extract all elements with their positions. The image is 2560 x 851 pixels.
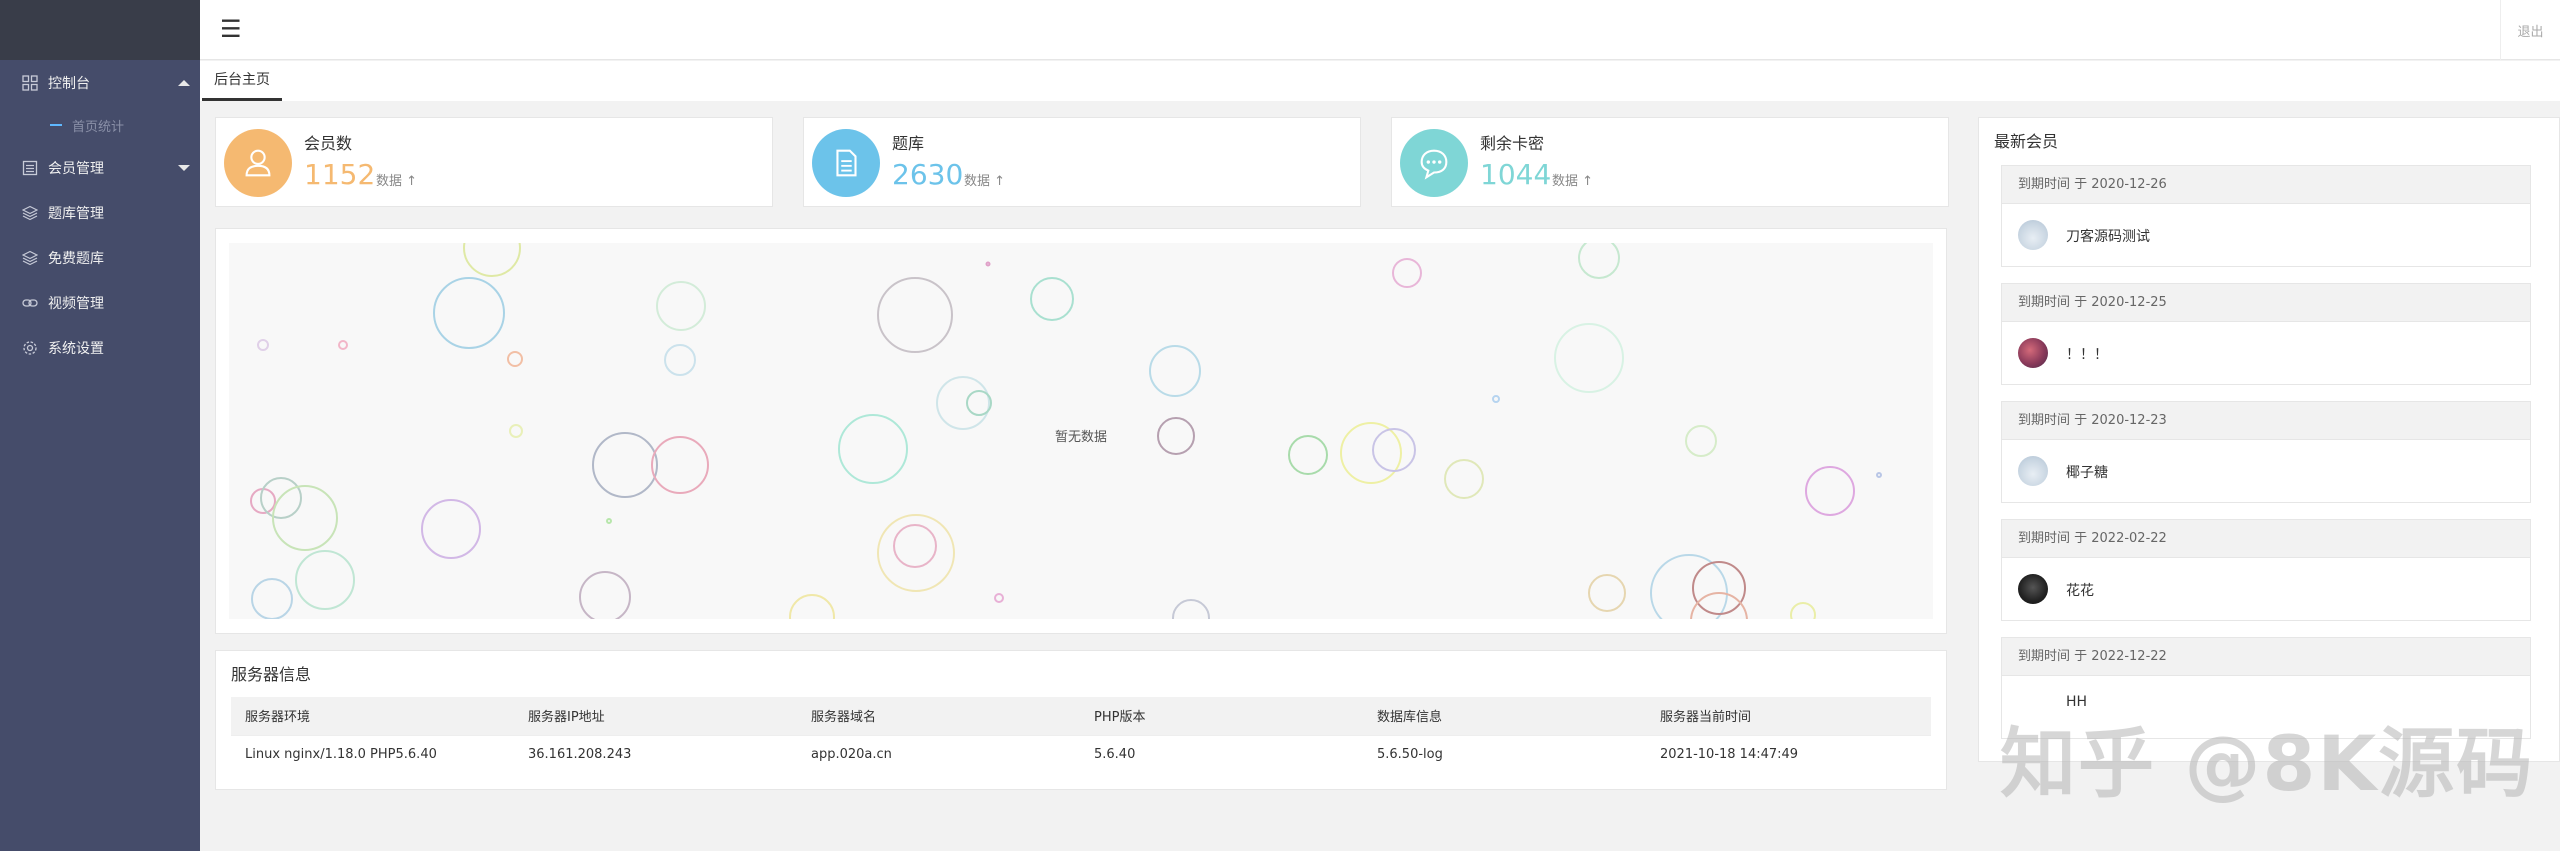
sidebar-item-videos[interactable]: 视频管理	[0, 280, 200, 325]
sidebar-item-dashboard[interactable]: 控制台	[0, 60, 200, 105]
sidebar-subitem-home-stats[interactable]: 首页统计	[0, 105, 200, 145]
member-expire: 到期时间 于 2020-12-23	[2002, 402, 2530, 440]
member-item[interactable]: 到期时间 于 2020-12-23 椰子糖	[2001, 401, 2531, 503]
table-cell: app.020a.cn	[797, 734, 1080, 773]
member-expire: 到期时间 于 2020-12-25	[2002, 284, 2530, 322]
table-cell: Linux nginx/1.18.0 PHP5.6.40	[231, 734, 514, 773]
sidebar-item-settings[interactable]: 系统设置	[0, 325, 200, 370]
stat-title: 题库	[892, 134, 925, 153]
member-expire: 到期时间 于 2022-02-22	[2002, 520, 2530, 558]
latest-members-card: 最新会员 到期时间 于 2020-12-26 刀客源码测试 到期时间 于 202…	[1978, 117, 2560, 762]
chat-icon	[1400, 129, 1468, 197]
stat-card-members: 会员数 1152 数据 ↑	[215, 117, 773, 207]
avatar	[2018, 574, 2048, 604]
sidebar-item-members[interactable]: 会员管理	[0, 145, 200, 190]
table-header-cell: 数据库信息	[1363, 697, 1646, 735]
member-expire: 到期时间 于 2020-12-26	[2002, 166, 2530, 204]
gear-icon	[20, 338, 40, 358]
sidebar-item-question-bank[interactable]: 题库管理	[0, 190, 200, 235]
chevron-down-icon	[178, 165, 190, 171]
chevron-up-icon	[178, 80, 190, 86]
avatar	[2018, 338, 2048, 368]
stat-card-cards-left: 剩余卡密 1044 数据 ↑	[1391, 117, 1949, 207]
dash-icon	[50, 124, 62, 126]
stat-unit: 数据 ↑	[1552, 174, 1594, 189]
stat-unit: 数据 ↑	[376, 174, 418, 189]
bubble-background: 暂无数据	[229, 243, 1933, 619]
list-icon	[20, 158, 40, 178]
stat-value: 1152	[304, 158, 376, 191]
member-item[interactable]: 到期时间 于 2020-12-25 ！！！	[2001, 283, 2531, 385]
tab-home[interactable]: 后台主页	[202, 61, 282, 101]
latest-members-title: 最新会员	[1994, 132, 2059, 151]
member-name: 刀客源码测试	[2066, 229, 2150, 245]
table-cell: 36.161.208.243	[514, 734, 797, 773]
member-name: 花花	[2066, 583, 2094, 599]
member-name: 椰子糖	[2066, 465, 2108, 481]
stat-title: 会员数	[304, 134, 353, 153]
tab-bar: 后台主页	[200, 61, 2560, 101]
grid-icon	[20, 73, 40, 93]
table-header-row: 服务器环境 服务器IP地址 服务器域名 PHP版本 数据库信息 服务器当前时间	[231, 697, 1931, 735]
stat-unit: 数据 ↑	[964, 174, 1006, 189]
menu-toggle-icon[interactable]: ☰	[220, 14, 242, 44]
member-item[interactable]: 到期时间 于 2022-02-22 花花	[2001, 519, 2531, 621]
logout-button[interactable]: 退出	[2500, 0, 2560, 60]
user-icon	[224, 129, 292, 197]
stat-value: 2630	[892, 158, 964, 191]
stat-value: 1044	[1480, 158, 1552, 191]
sidebar-item-label: 会员管理	[48, 160, 104, 177]
member-expire: 到期时间 于 2022-12-22	[2002, 638, 2530, 676]
layers-icon	[20, 248, 40, 268]
sidebar-item-free-bank[interactable]: 免费题库	[0, 235, 200, 280]
chart-card: 暂无数据	[215, 228, 1947, 634]
empty-data-text: 暂无数据	[1055, 430, 1107, 445]
table-cell: 5.6.40	[1080, 734, 1363, 773]
layers-icon	[20, 203, 40, 223]
sidebar-subitem-label: 首页统计	[72, 119, 125, 135]
table-header-cell: PHP版本	[1080, 697, 1363, 735]
table-header-cell: 服务器当前时间	[1646, 697, 1931, 735]
avatar	[2018, 456, 2048, 486]
server-info-title: 服务器信息	[231, 665, 312, 684]
member-item[interactable]: 到期时间 于 2020-12-26 刀客源码测试	[2001, 165, 2531, 267]
stat-card-questions: 题库 2630 数据 ↑	[803, 117, 1361, 207]
avatar	[2018, 220, 2048, 250]
sidebar-item-label: 免费题库	[48, 250, 104, 267]
member-name: ！！！	[2066, 347, 2108, 363]
table-cell: 5.6.50-log	[1363, 734, 1646, 773]
table-header-cell: 服务器环境	[231, 697, 514, 735]
logo-area	[0, 0, 200, 60]
table-header-cell: 服务器IP地址	[514, 697, 797, 735]
sidebar-item-label: 视频管理	[48, 295, 104, 312]
table-row: Linux nginx/1.18.0 PHP5.6.40 36.161.208.…	[231, 734, 1931, 773]
link-icon	[20, 293, 40, 313]
stat-title: 剩余卡密	[1480, 134, 1545, 153]
sidebar-item-label: 控制台	[48, 75, 90, 92]
sidebar: 控制台 首页统计 会员管理 题库管理 免费题库 视频管理 系统设置	[0, 0, 200, 851]
table-cell: 2021-10-18 14:47:49	[1646, 734, 1931, 773]
table-header-cell: 服务器域名	[797, 697, 1080, 735]
sidebar-item-label: 系统设置	[48, 340, 104, 357]
server-info-table: 服务器环境 服务器IP地址 服务器域名 PHP版本 数据库信息 服务器当前时间 …	[231, 697, 1931, 773]
top-header: ☰ 退出	[200, 0, 2560, 60]
document-icon	[812, 129, 880, 197]
sidebar-item-label: 题库管理	[48, 205, 104, 222]
watermark: 知乎 @8K源码	[2000, 719, 2535, 808]
server-info-card: 服务器信息 服务器环境 服务器IP地址 服务器域名 PHP版本 数据库信息 服务…	[215, 650, 1947, 790]
